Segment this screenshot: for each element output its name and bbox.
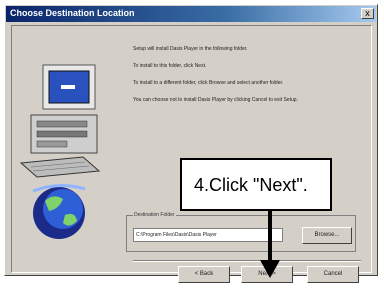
- arrow-down-icon: [260, 210, 280, 278]
- setup-illustration: [19, 64, 101, 239]
- cancel-button[interactable]: Cancel: [307, 266, 359, 283]
- intro-text: Setup will install Dasis Player in the f…: [133, 46, 248, 52]
- dialog-title: Choose Destination Location: [10, 8, 135, 18]
- computer-icon: [19, 64, 101, 178]
- instruction-callout: 4.Click "Next".: [180, 158, 332, 211]
- callout-text: 4.Click "Next".: [194, 175, 308, 195]
- setup-dialog: Choose Destination Location x Setup will…: [4, 4, 378, 283]
- destination-folder-label: Destination Folder: [133, 212, 176, 218]
- cancel-instruction-text: You can choose not to install Dasis Play…: [133, 97, 298, 103]
- browse-button[interactable]: Browse...: [302, 227, 352, 244]
- next-instruction-text: To install to this folder, click Next.: [133, 63, 207, 69]
- close-icon[interactable]: x: [361, 8, 374, 19]
- globe-icon: [32, 184, 86, 239]
- back-button[interactable]: < Back: [178, 266, 230, 283]
- button-separator: [133, 260, 361, 262]
- destination-folder-group: Destination Folder C:\Program Files\Dasi…: [126, 212, 356, 252]
- title-bar: Choose Destination Location x: [6, 6, 376, 22]
- browse-instruction-text: To install to a different folder, click …: [133, 80, 284, 86]
